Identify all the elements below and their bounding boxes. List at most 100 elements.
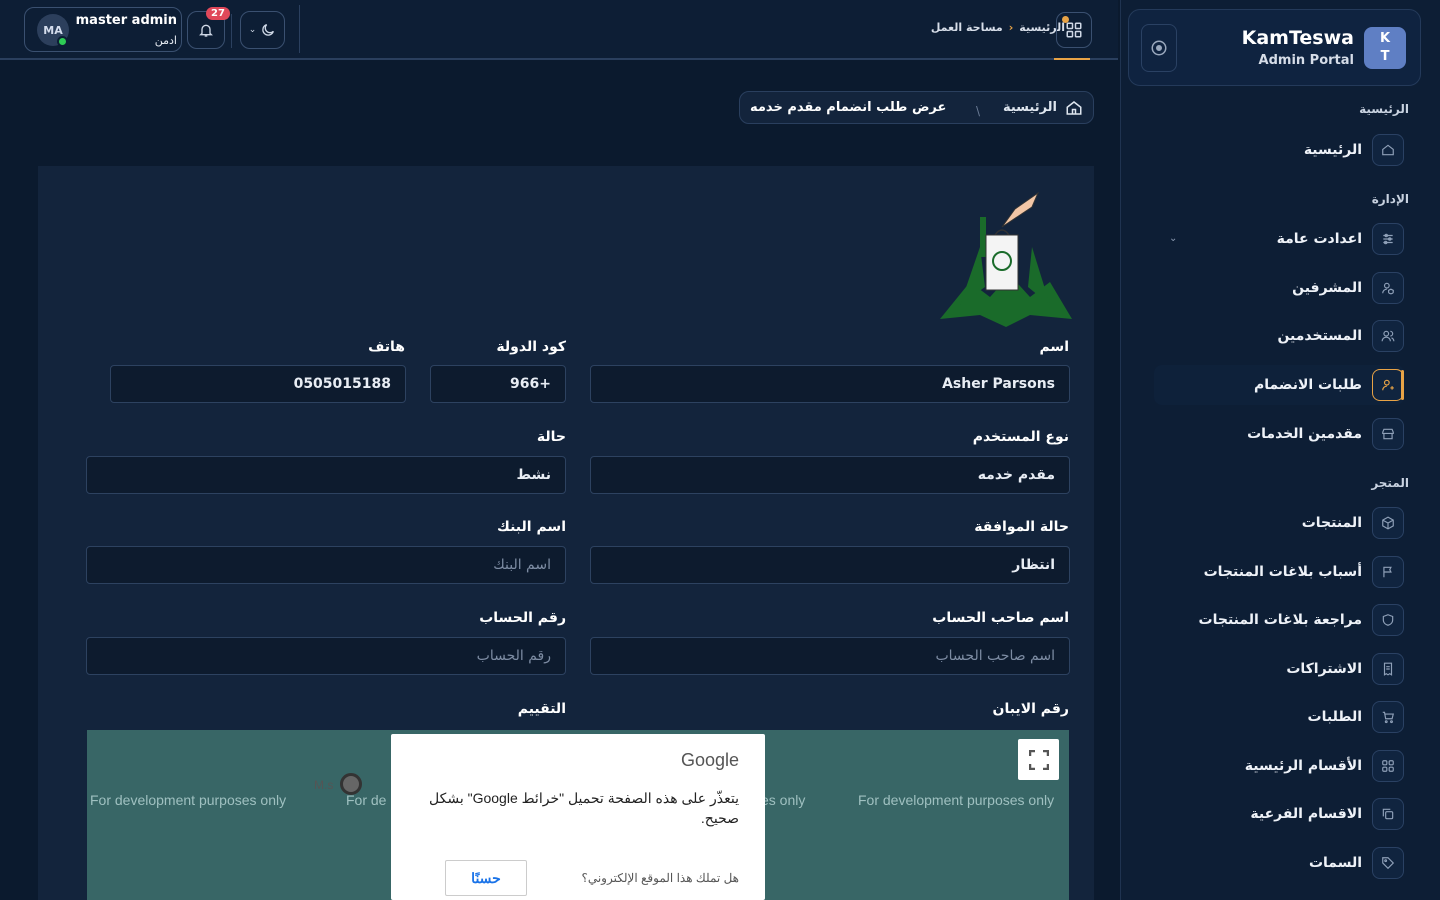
sidebar-item-label: المنتجات [1301,515,1362,531]
sidebar-section-store: المتجر [1371,476,1409,490]
map-error-message: يتعذّر على هذه الصفحة تحميل "خرائط Googl… [429,790,739,826]
name-label: اسم [1039,339,1069,355]
phone-field[interactable]: 0505015188 [110,365,406,403]
sidebar-item-subscriptions[interactable]: الاشتراكات [1154,649,1404,689]
sidebar-item-label: مراجعة بلاغات المنتجات [1198,612,1362,628]
sidebar-item-label: أسباب بلاغات المنتجات [1203,564,1362,580]
sidebar-item-service-providers[interactable]: مقدمين الخدمات [1154,414,1404,454]
chevron-down-icon: ⌄ [248,25,257,35]
sidebar-item-orders[interactable]: الطلبات [1154,697,1404,737]
map-dev-watermark: For development purposes only [90,792,287,808]
bell-icon [199,24,213,37]
sidebar-collapse-button[interactable] [1141,24,1177,72]
sidebar-item-general-settings[interactable]: اعدادت عامة [1154,219,1404,259]
own-site-link[interactable]: هل تملك هذا الموقع الإلكتروني؟ [581,871,739,885]
tag-icon [1372,847,1404,879]
app-root: MA master admin ادمن 27 ⌄ مساحة العمل › … [0,0,1440,900]
page-breadcrumb-home[interactable]: الرئيسية [1003,100,1057,115]
user-role: ادمن [154,34,177,47]
theme-toggle-button[interactable]: ⌄ [240,11,285,49]
provider-logo-illustration [940,191,1072,327]
box-icon [1372,507,1404,539]
home-icon[interactable] [1065,99,1083,117]
sidebar-item-report-review[interactable]: مراجعة بلاغات المنتجات [1154,600,1404,640]
sidebar-item-label: اعدادت عامة [1276,231,1362,247]
copy-icon [1372,798,1404,830]
approval-status-field[interactable]: انتظار [590,546,1070,584]
breadcrumb-separator: › [1008,21,1014,34]
active-indicator [1401,370,1404,400]
sliders-icon [1372,223,1404,255]
flag-icon [1372,556,1404,588]
page-breadcrumb-current: عرض طلب انضمام مقدم خدمه [750,100,947,115]
chevron-down-icon[interactable]: ⌄ [1169,233,1177,244]
user-menu[interactable]: MA master admin ادمن [24,7,182,52]
cart-icon [1372,701,1404,733]
bank-name-label: اسم البنك [497,519,566,535]
brand-logo-letter: T [1380,49,1390,64]
name-field[interactable]: Asher Parsons [590,365,1070,403]
map-fullscreen-button[interactable] [1018,739,1059,780]
sidebar-item-home[interactable]: الرئيسية [1154,130,1404,170]
country-code-label: كود الدولة [496,339,566,355]
map-error-dialog: Google يتعذّر على هذه الصفحة تحميل "خرائ… [391,734,765,900]
sidebar-item-users[interactable]: المستخدمين [1154,316,1404,356]
sidebar-item-attributes[interactable]: السمات [1154,843,1404,883]
user-type-label: نوع المستخدم [972,429,1069,445]
sidebar-item-label: الطلبات [1307,709,1362,725]
sidebar-item-label: الرئيسية [1303,142,1362,158]
map-pin-icon[interactable] [340,773,362,795]
grid-icon [1372,750,1404,782]
sidebar-item-label: المشرفين [1292,280,1362,296]
sidebar-item-label: طلبات الانضمام [1254,377,1362,393]
sidebar-item-label: الاقسام الفرعية [1250,806,1362,822]
sidebar-section-management: الإدارة [1371,192,1409,206]
sidebar-item-sub-categories[interactable]: الاقسام الفرعية [1154,794,1404,834]
page-breadcrumb: عرض طلب انضمام مقدم خدمه \ الرئيسية [739,91,1094,124]
dialog-ok-button[interactable]: حسنًا [445,860,527,896]
sidebar-item-label: المستخدمين [1277,328,1362,344]
workspace-indicator-dot [1062,16,1069,23]
sidebar-item-supervisors[interactable]: المشرفين [1154,268,1404,308]
sidebar-item-label: السمات [1308,855,1362,871]
google-logo: Google [680,750,739,770]
target-icon [1151,40,1167,56]
user-plus-icon [1372,369,1404,401]
online-status-dot [57,36,68,47]
sidebar-item-join-requests[interactable]: طلبات الانضمام [1154,365,1404,405]
sidebar-item-label: مقدمين الخدمات [1247,426,1362,442]
user-shield-icon [1372,272,1404,304]
top-breadcrumb: مساحة العمل › الرئيسية [931,21,1065,34]
fullscreen-icon [1028,749,1049,770]
users-icon [1372,320,1404,352]
iban-label: رقم الايبان [992,701,1069,717]
map-pin-label: M.s [314,778,334,792]
account-holder-label: اسم صاحب الحساب [932,610,1069,626]
notification-count-badge: 27 [206,7,230,20]
breadcrumb-separator: \ [976,104,981,118]
user-type-field[interactable]: مقدم خدمه [590,456,1070,494]
account-number-field[interactable]: رقم الحساب [86,637,566,675]
shield-icon [1372,604,1404,636]
phone-label: هاتف [368,339,405,355]
brand-logo-letter: K [1379,31,1391,46]
sidebar-item-report-reasons[interactable]: أسباب بلاغات المنتجات [1154,552,1404,592]
bank-name-field[interactable]: اسم البنك [86,546,566,584]
receipt-icon [1372,653,1404,685]
brand-logo: K T [1364,27,1406,69]
account-holder-field[interactable]: اسم صاحب الحساب [590,637,1070,675]
sidebar-item-main-categories[interactable]: الأقسام الرئيسية [1154,746,1404,786]
sidebar-item-products[interactable]: المنتجات [1154,503,1404,543]
user-name: master admin [75,13,177,28]
store-icon [1372,418,1404,450]
moon-icon [262,24,275,36]
map-dev-watermark: For development purposes only [858,792,1055,808]
active-tab-underline [1054,58,1090,60]
country-code-field[interactable]: 966+ [430,365,566,403]
status-field[interactable]: نشط [86,456,566,494]
sidebar-item-label: الأقسام الرئيسية [1244,758,1362,774]
account-number-label: رقم الحساب [479,610,566,626]
status-label: حالة [536,429,566,445]
home-icon [1372,134,1404,166]
approval-status-label: حالة الموافقة [974,519,1069,535]
